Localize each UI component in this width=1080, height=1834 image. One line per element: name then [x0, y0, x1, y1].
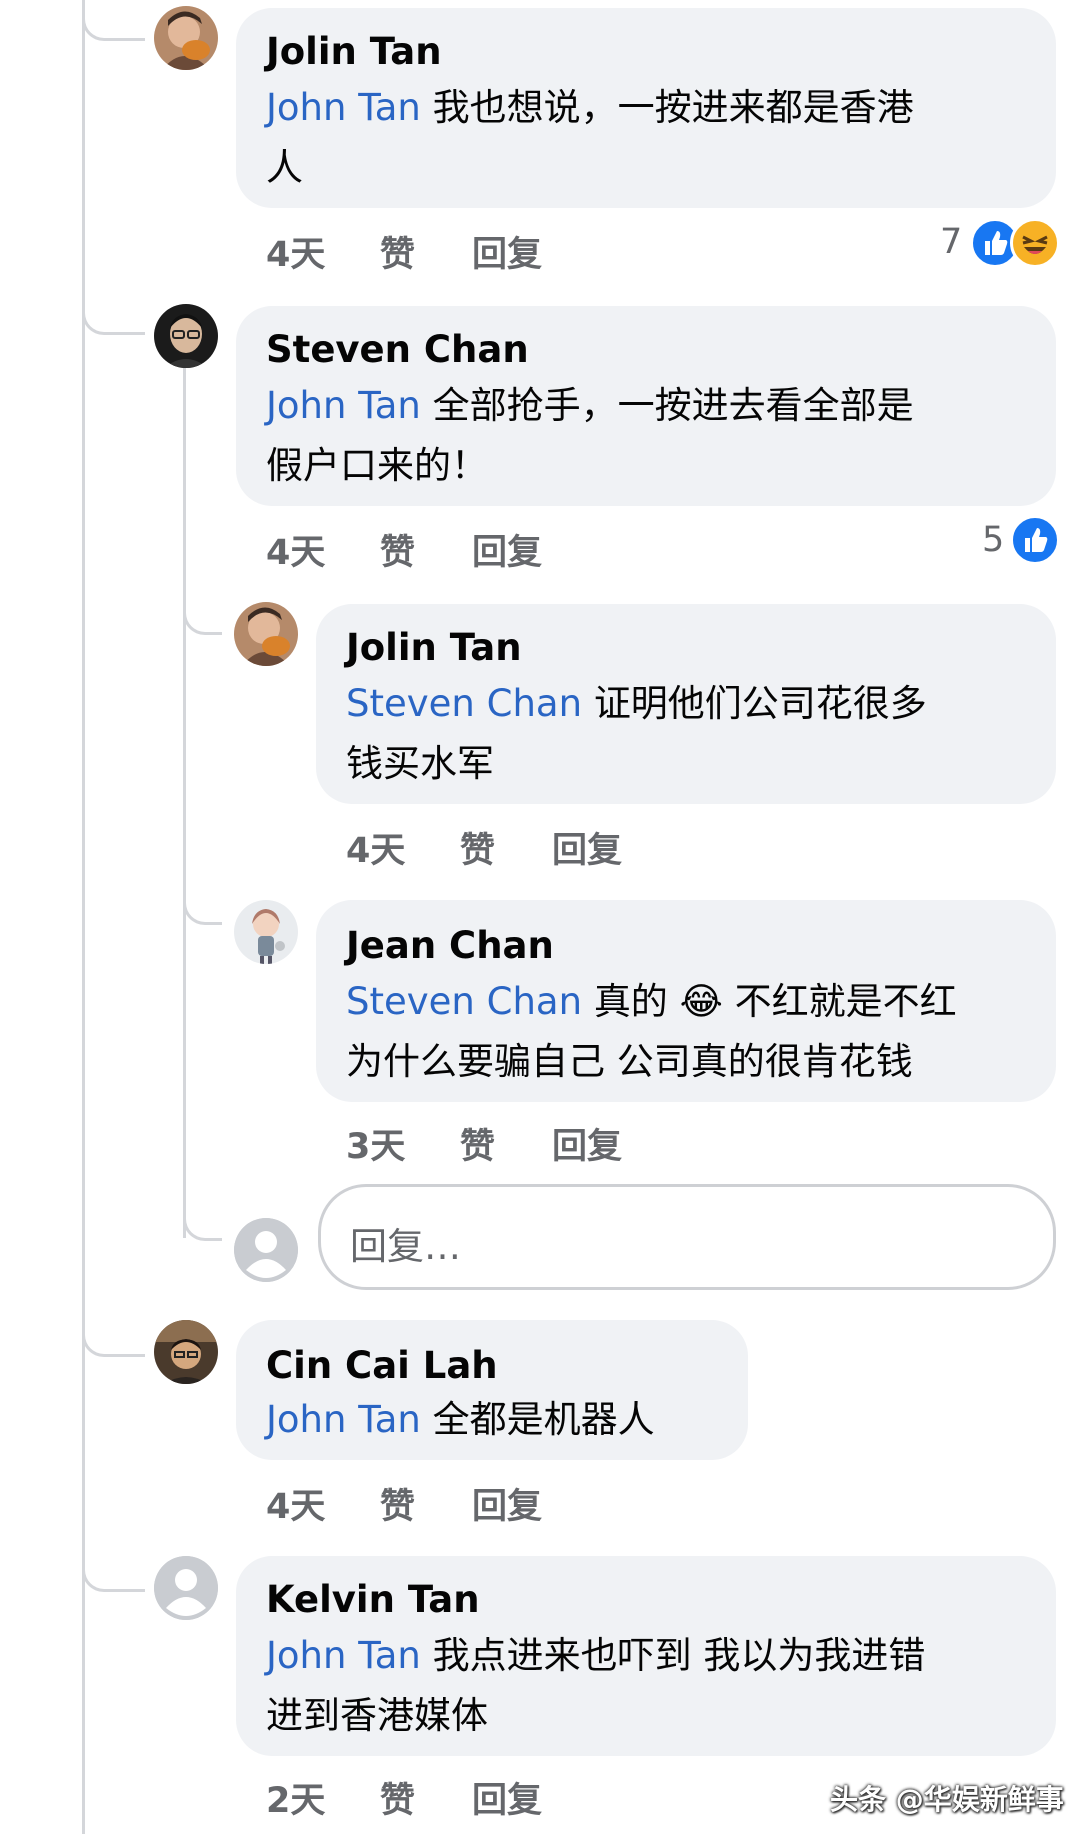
thread-connector-reply-2 — [183, 870, 222, 925]
like-button[interactable]: 赞 — [380, 524, 415, 575]
haha-icon[interactable] — [1010, 218, 1060, 268]
comment-text: John Tan 全部抢手，一按进去看全部是 假户口来的！ — [266, 376, 1046, 496]
reply-button[interactable]: 回复 — [552, 822, 622, 873]
reply-body: 证明他们公司花很多 — [593, 682, 927, 725]
thread-line-replies — [183, 368, 186, 1238]
reply-button[interactable]: 回复 — [472, 524, 542, 575]
like-button[interactable]: 赞 — [380, 1772, 415, 1823]
mention-link[interactable]: John Tan — [266, 86, 421, 129]
reply-button[interactable]: 回复 — [472, 226, 542, 277]
reaction-count[interactable]: 7 — [940, 222, 962, 262]
mention-link[interactable]: John Tan — [266, 384, 421, 427]
comment-author[interactable]: Kelvin Tan — [266, 1578, 480, 1621]
reply-time[interactable]: 4天 — [346, 822, 405, 873]
reply-text: Steven Chan 真的 😂 不红就是不红 为什么要骗自己 公司真的很肯花钱 — [346, 972, 1046, 1092]
mention-link[interactable]: John Tan — [266, 1398, 421, 1441]
reply-button[interactable]: 回复 — [472, 1478, 542, 1529]
reaction-count[interactable]: 5 — [982, 520, 1004, 560]
thread-connector-reply-input — [183, 1188, 222, 1241]
comment-body: 我也想说，一按进来都是香港 — [432, 86, 914, 129]
comment-body-line2: 进到香港媒体 — [266, 1694, 488, 1737]
reply-button[interactable]: 回复 — [552, 1118, 622, 1169]
avatar[interactable] — [154, 1556, 218, 1620]
comment-body-line2: 假户口来的！ — [266, 444, 488, 487]
thread-connector-1 — [82, 0, 145, 41]
avatar[interactable] — [234, 602, 298, 666]
comment-time[interactable]: 4天 — [266, 226, 325, 277]
like-button[interactable]: 赞 — [380, 226, 415, 277]
comment-body: 全部抢手，一按进去看全部是 — [432, 384, 914, 427]
comment-text: John Tan 我点进来也吓到 我以为我进错 进到香港媒体 — [266, 1626, 1046, 1746]
comment-text: John Tan 全都是机器人 — [266, 1390, 736, 1450]
comment-text: John Tan 我也想说，一按进来都是香港 人 — [266, 78, 1046, 198]
thread-connector-2 — [82, 258, 145, 335]
comment-time[interactable]: 2天 — [266, 1772, 325, 1823]
mention-link[interactable]: John Tan — [266, 1634, 421, 1677]
thread-connector-3 — [82, 1290, 145, 1357]
reply-body-cont: 不红就是不红 — [734, 980, 957, 1023]
reply-input-placeholder: 回复… — [350, 1225, 461, 1268]
avatar[interactable] — [154, 304, 218, 368]
comment-body: 全都是机器人 — [432, 1398, 655, 1441]
like-button[interactable]: 赞 — [460, 1118, 495, 1169]
mention-link[interactable]: Steven Chan — [346, 682, 582, 725]
mention-link[interactable]: Steven Chan — [346, 980, 582, 1023]
thread-connector-reply-1 — [183, 580, 222, 635]
watermark: 头条 @华娱新鲜事 — [830, 1783, 1064, 1816]
reply-button[interactable]: 回复 — [472, 1772, 542, 1823]
comment-time[interactable]: 4天 — [266, 524, 325, 575]
reply-body-line2: 为什么要骗自己 公司真的很肯花钱 — [346, 1040, 913, 1083]
avatar[interactable] — [234, 900, 298, 964]
avatar[interactable] — [154, 1320, 218, 1384]
like-icon[interactable] — [1010, 515, 1060, 565]
reply-author[interactable]: Jolin Tan — [346, 626, 522, 669]
reply-body-line2: 钱买水军 — [346, 742, 494, 785]
thread-connector-4 — [82, 1525, 145, 1592]
avatar[interactable] — [154, 6, 218, 70]
comment-author[interactable]: Jolin Tan — [266, 30, 442, 73]
comment-body-line2: 人 — [266, 146, 303, 189]
like-button[interactable]: 赞 — [380, 1478, 415, 1529]
comment-body: 我点进来也吓到 我以为我进错 — [432, 1634, 926, 1677]
reply-author[interactable]: Jean Chan — [346, 924, 554, 967]
comment-time[interactable]: 4天 — [266, 1478, 325, 1529]
comment-author[interactable]: Steven Chan — [266, 328, 529, 371]
reply-body: 真的 — [593, 980, 668, 1023]
laughing-emoji-icon: 😂 — [679, 980, 723, 1023]
reply-time[interactable]: 3天 — [346, 1118, 405, 1169]
current-user-avatar — [234, 1218, 298, 1282]
reply-text: Steven Chan 证明他们公司花很多 钱买水军 — [346, 674, 1036, 794]
like-button[interactable]: 赞 — [460, 822, 495, 873]
comment-author[interactable]: Cin Cai Lah — [266, 1344, 498, 1387]
